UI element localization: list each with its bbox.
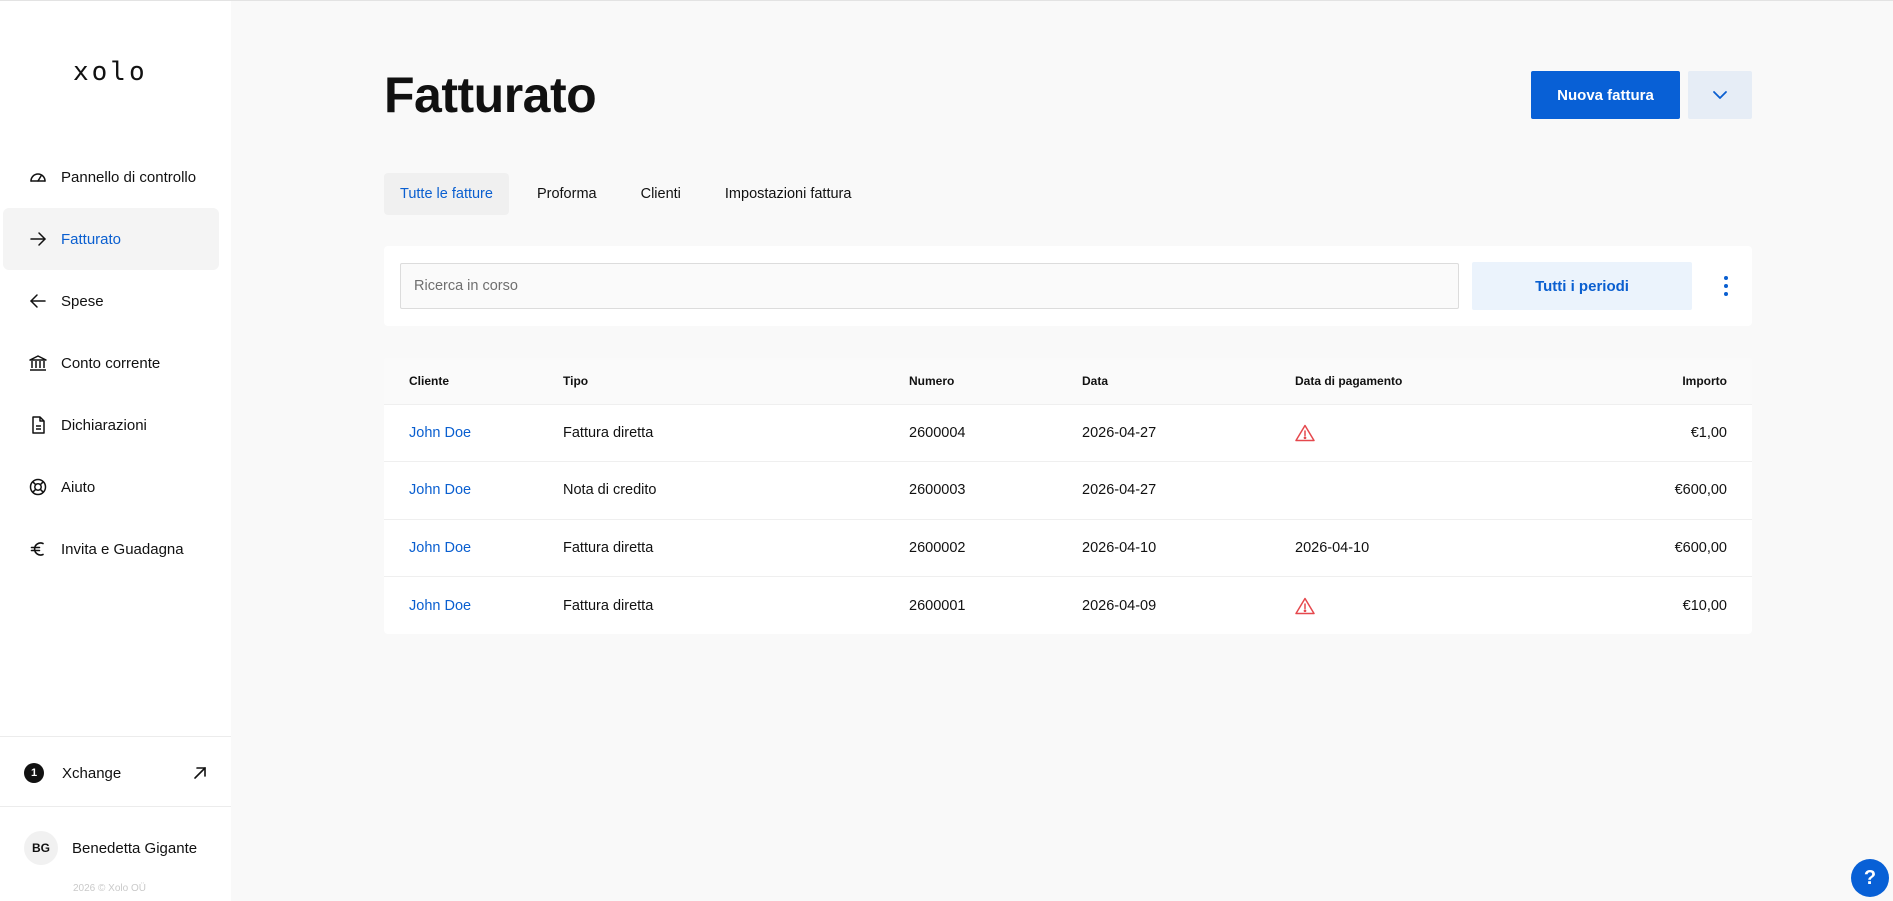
sidebar-divider — [0, 806, 231, 807]
column-header-tipo[interactable]: Tipo — [563, 358, 909, 404]
new-invoice-dropdown-button[interactable] — [1688, 71, 1752, 119]
user-name: Benedetta Gigante — [72, 839, 198, 857]
document-icon — [27, 414, 49, 436]
invoices-table: Cliente Tipo Numero Data Data di pagamen… — [384, 358, 1752, 634]
page-title: Fatturato — [384, 67, 597, 123]
sidebar-item-label: Pannello di controllo — [61, 168, 197, 186]
invoice-number: 2600001 — [909, 597, 966, 614]
invoice-type: Fattura diretta — [563, 424, 654, 441]
invoice-type: Fattura diretta — [563, 597, 654, 614]
invoice-date: 2026-04-10 — [1082, 539, 1157, 556]
sidebar-item-dichiarazioni[interactable]: Dichiarazioni — [3, 394, 219, 456]
chevron-down-icon — [1713, 91, 1727, 99]
client-link[interactable]: John Doe — [409, 425, 471, 441]
sidebar-divider — [0, 736, 231, 737]
sidebar-item-label: Spese — [61, 292, 104, 310]
invoice-amount: €1,00 — [1690, 424, 1727, 441]
external-arrow-icon — [194, 767, 206, 779]
column-header-cliente[interactable]: Cliente — [384, 358, 563, 404]
sidebar: xolo Pannello di controllo Fatturato Spe… — [0, 1, 231, 901]
payment-date — [1295, 577, 1555, 635]
sidebar-item-spese[interactable]: Spese — [3, 270, 219, 332]
payment-date — [1295, 462, 1555, 520]
new-invoice-button[interactable]: Nuova fattura — [1531, 71, 1680, 119]
payment-date: 2026-04-10 — [1295, 539, 1370, 556]
column-header-importo[interactable]: Importo — [1555, 358, 1752, 404]
invoice-date: 2026-04-27 — [1082, 424, 1157, 441]
sidebar-item-label: Dichiarazioni — [61, 416, 147, 434]
user-menu[interactable]: BG Benedetta Gigante — [24, 831, 197, 865]
sidebar-item-label: Conto corrente — [61, 354, 161, 372]
sidebar-nav: Pannello di controllo Fatturato Spese Co… — [3, 146, 219, 580]
xchange-link[interactable]: 1 Xchange — [24, 761, 208, 785]
sidebar-item-label: Aiuto — [61, 478, 96, 496]
invoice-amount: €600,00 — [1674, 539, 1727, 556]
table-row[interactable]: John Doe Fattura diretta 2600001 2026-04… — [384, 576, 1752, 635]
xolo-logo[interactable]: xolo — [73, 57, 148, 87]
euro-icon — [27, 538, 49, 560]
sidebar-item-label: Invita e Guadagna — [61, 540, 184, 558]
kebab-menu-icon — [1724, 276, 1728, 296]
avatar: BG — [24, 831, 58, 865]
top-border — [0, 0, 1893, 1]
client-link[interactable]: John Doe — [409, 540, 471, 556]
invoice-date: 2026-04-27 — [1082, 482, 1157, 499]
period-filter-button[interactable]: Tutti i periodi — [1472, 262, 1692, 310]
warning-icon — [1295, 424, 1315, 441]
invoice-type: Nota di credito — [563, 482, 657, 499]
client-link[interactable]: John Doe — [409, 482, 471, 498]
column-header-data[interactable]: Data — [1082, 358, 1295, 404]
arrow-right-icon — [27, 228, 49, 250]
invoice-amount: €600,00 — [1674, 482, 1727, 499]
table-header-row: Cliente Tipo Numero Data Data di pagamen… — [384, 358, 1752, 404]
help-button[interactable]: ? — [1851, 859, 1889, 897]
sidebar-item-label: Fatturato — [61, 230, 122, 248]
xchange-badge: 1 — [24, 763, 44, 783]
invoice-amount: €10,00 — [1682, 597, 1727, 614]
search-input[interactable] — [400, 263, 1459, 309]
invoice-type: Fattura diretta — [563, 539, 654, 556]
tab-tutte-le-fatture[interactable]: Tutte le fatture — [384, 173, 509, 215]
search-bar: Tutti i periodi — [384, 246, 1752, 326]
sidebar-item-fatturato[interactable]: Fatturato — [3, 208, 219, 270]
arrow-left-icon — [27, 290, 49, 312]
tab-clienti[interactable]: Clienti — [625, 173, 697, 215]
invoice-number: 2600003 — [909, 482, 966, 499]
bank-icon — [27, 352, 49, 374]
sidebar-item-invita-e-guadagna[interactable]: Invita e Guadagna — [3, 518, 219, 580]
table-row[interactable]: John Doe Fattura diretta 2600004 2026-04… — [384, 404, 1752, 462]
tab-impostazioni-fattura[interactable]: Impostazioni fattura — [709, 173, 868, 215]
xchange-label: Xchange — [62, 764, 122, 782]
sidebar-item-conto-corrente[interactable]: Conto corrente — [3, 332, 219, 394]
table-row[interactable]: John Doe Nota di credito 2600003 2026-04… — [384, 461, 1752, 520]
invoice-date: 2026-04-09 — [1082, 597, 1157, 614]
client-link[interactable]: John Doe — [409, 598, 471, 614]
tab-proforma[interactable]: Proforma — [521, 173, 613, 215]
lifebuoy-icon — [27, 476, 49, 498]
invoice-number: 2600002 — [909, 539, 966, 556]
more-options-button[interactable] — [1708, 268, 1744, 304]
dashboard-gauge-icon — [27, 166, 49, 188]
sidebar-item-pannello-di-controllo[interactable]: Pannello di controllo — [3, 146, 219, 208]
sidebar-item-aiuto[interactable]: Aiuto — [3, 456, 219, 518]
table-row[interactable]: John Doe Fattura diretta 2600002 2026-04… — [384, 519, 1752, 577]
warning-icon — [1295, 597, 1315, 614]
invoice-number: 2600004 — [909, 424, 966, 441]
column-header-numero[interactable]: Numero — [909, 358, 1082, 404]
payment-date — [1295, 404, 1555, 462]
copyright: 2026 © Xolo OÜ — [73, 883, 146, 894]
tab-bar: Tutte le fatture Proforma Clienti Impost… — [384, 173, 879, 215]
column-header-data-di-pagamento[interactable]: Data di pagamento — [1295, 358, 1555, 404]
